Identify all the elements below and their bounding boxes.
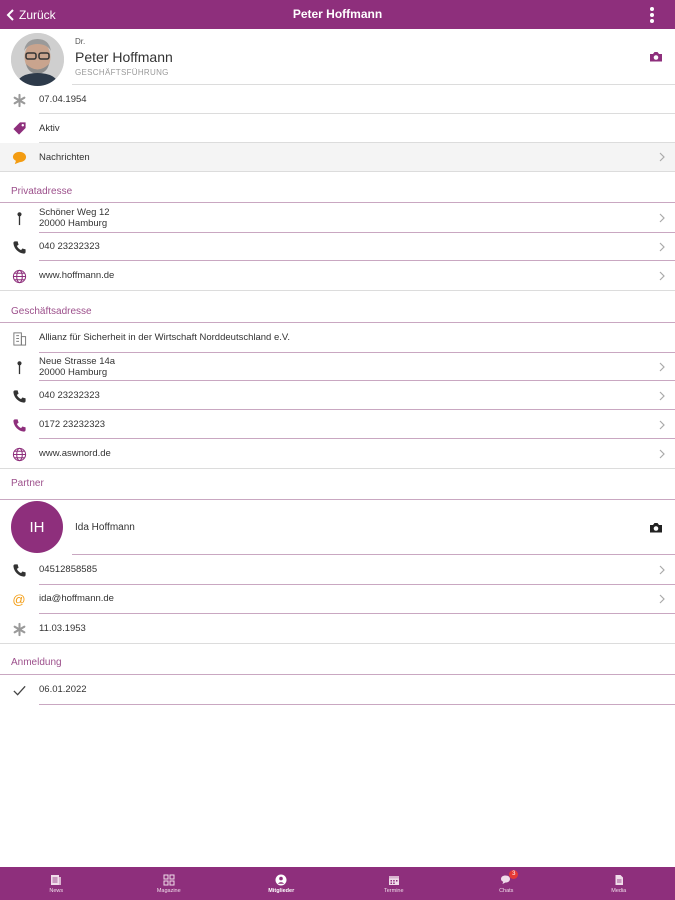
company-name: Allianz für Sicherheit in der Wirtschaft… [39,332,290,343]
private-street: Schöner Weg 12 [39,207,110,218]
phone-icon [11,239,27,255]
avatar[interactable] [11,33,64,86]
member-role: GESCHÄFTSFÜHRUNG [75,68,169,77]
at-sign-icon: @ [12,591,26,607]
tab-media[interactable]: Media [563,867,675,900]
news-icon [51,874,62,885]
private-phone-row[interactable]: 040 23232323 [0,233,675,261]
private-address-row[interactable]: Schöner Weg 12 20000 Hamburg [0,203,675,233]
business-mobile-row[interactable]: 0172 23232323 [0,410,675,439]
partner-phone-row[interactable]: 04512858585 [0,555,675,584]
chevron-right-icon [659,594,665,604]
chevron-right-icon [659,152,665,162]
chevron-right-icon [659,391,665,401]
chevron-right-icon [659,362,665,372]
status-row: Aktiv [0,114,675,142]
document-icon [615,874,623,885]
messages-row[interactable]: Nachrichten [0,143,675,171]
business-web-row[interactable]: www.aswnord.de [0,439,675,468]
tab-label: Mitglieder [268,887,295,894]
tab-magazine[interactable]: Magazine [113,867,226,900]
tab-news[interactable]: News [0,867,113,900]
private-web-row[interactable]: www.hoffmann.de [0,261,675,290]
asterisk-icon [11,621,27,637]
building-icon [11,330,27,346]
member-name: Peter Hoffmann [75,49,173,65]
tab-label: Termine [383,887,404,894]
tab-events[interactable]: Termine [338,867,451,900]
business-phone: 040 23232323 [39,390,100,401]
partner-birthday: 11.03.1953 [39,623,86,634]
business-city: 20000 Hamburg [39,367,108,378]
registration-row: 06.01.2022 [0,675,675,704]
birthday-row: 07.04.1954 [0,85,675,114]
business-mobile: 0172 23232323 [39,419,106,430]
section-heading-business: Geschäftsadresse [11,306,92,317]
divider [0,171,675,172]
checkmark-icon [11,682,27,698]
top-bar: Zurück Peter Hoffmann [0,0,675,29]
partner-email: ida@hoffmann.de [39,593,114,604]
registration-date: 06.01.2022 [39,684,87,695]
camera-icon[interactable] [649,51,663,62]
person-circle-icon [275,874,287,885]
chevron-right-icon [659,271,665,281]
tag-icon [11,120,27,136]
chevron-right-icon [659,213,665,223]
partner-avatar[interactable]: IH [11,501,63,553]
tab-label: Chats [499,887,514,894]
partner-header: IH Ida Hoffmann [0,500,675,555]
tab-bar: News Magazine Mitglieder Termine 3 Chats… [0,867,675,900]
private-phone: 040 23232323 [39,241,100,252]
private-web: www.hoffmann.de [39,270,115,281]
birthday-value: 07.04.1954 [39,94,87,105]
profile-header: Dr. Peter Hoffmann GESCHÄFTSFÜHRUNG [0,29,675,86]
globe-icon [11,446,27,462]
academic-title: Dr. [75,37,86,46]
divider [0,468,675,469]
tab-chats[interactable]: 3 Chats [450,867,563,900]
calendar-icon [388,875,399,885]
section-heading-partner: Partner [11,478,44,489]
page-title: Peter Hoffmann [292,7,383,21]
partner-name: Ida Hoffmann [75,522,135,533]
globe-icon [11,268,27,284]
partner-email-row[interactable]: @ ida@hoffmann.de [0,585,675,613]
tab-label: News [49,887,64,894]
chats-badge: 3 [509,870,519,879]
divider [39,704,675,705]
tab-members[interactable]: Mitglieder [225,867,338,900]
partner-birthday-row: 11.03.1953 [0,614,675,643]
member-detail: Dr. Peter Hoffmann GESCHÄFTSFÜHRUNG 07.0… [0,29,675,867]
chat-bubble-icon [11,149,27,165]
map-pin-icon [11,359,27,375]
section-heading-registration: Anmeldung [11,657,62,668]
business-phone-row[interactable]: 040 23232323 [0,381,675,410]
partner-phone: 04512858585 [39,564,98,575]
chevron-right-icon [659,565,665,575]
chevron-right-icon [659,449,665,459]
private-city: 20000 Hamburg [39,218,108,229]
divider [0,643,675,644]
chevron-right-icon [659,420,665,430]
mobile-phone-icon [11,417,27,433]
messages-label: Nachrichten [39,152,90,163]
business-address-row[interactable]: Neue Strasse 14a 20000 Hamburg [0,353,675,381]
tab-label: Media [611,887,627,894]
business-web: www.aswnord.de [39,448,111,459]
camera-icon[interactable] [649,522,663,533]
divider [0,290,675,291]
map-pin-icon [11,210,27,226]
phone-icon [11,562,27,578]
chevron-right-icon [659,242,665,252]
more-menu-icon[interactable] [649,7,655,23]
business-street: Neue Strasse 14a [39,356,116,367]
phone-icon [11,388,27,404]
section-heading-private: Privatadresse [11,186,73,197]
status-value: Aktiv [39,123,60,134]
grid-icon [163,874,175,885]
tab-label: Magazine [156,887,181,894]
company-row: Allianz für Sicherheit in der Wirtschaft… [0,323,675,352]
asterisk-icon [11,92,27,108]
